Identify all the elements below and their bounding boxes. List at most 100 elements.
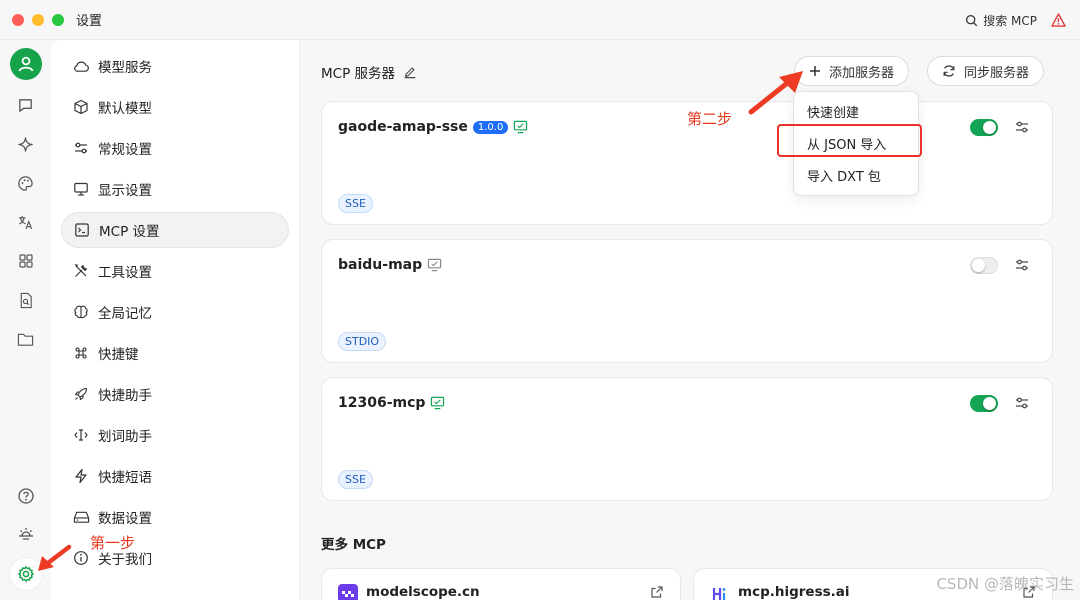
title-bar: 设置 搜索 MCP [0,0,1080,40]
sliders-icon [72,139,90,157]
server-toggle[interactable] [970,119,998,136]
rail-translate-button[interactable] [12,208,40,236]
menu-item-global-memory[interactable]: 全局记忆 [61,294,289,330]
higress-logo-icon [710,584,730,600]
monitor-active-icon [431,396,445,410]
server-toggle[interactable] [970,395,998,412]
cloud-icon [72,57,90,75]
menu-item-label: 全局记忆 [98,306,152,322]
menu-item-quick-assistant[interactable]: 快捷助手 [61,376,289,412]
translate-icon [18,215,33,229]
mcp-servers-header: MCP 服务器 [321,62,417,82]
more-mcp-title: 更多 MCP [321,537,386,553]
menu-item-label: 快捷短语 [98,470,152,486]
search-icon [966,14,978,26]
server-card-baidu-map[interactable]: baidu-map STDIO [321,239,1053,363]
menu-item-label: 数据设置 [98,511,152,527]
settings-sliders-icon[interactable] [1014,257,1030,273]
settings-sliders-icon[interactable] [1014,119,1030,135]
rocket-icon [72,385,90,403]
page-title: MCP 服务器 [321,66,396,82]
monitor-active-icon [514,120,528,134]
external-link-icon[interactable] [650,585,664,599]
folder-icon [17,333,34,346]
tools-icon [72,262,90,280]
menu-item-data-settings[interactable]: 数据设置 [61,499,289,535]
transport-tag: STDIO [338,332,387,351]
warning-icon[interactable] [1051,13,1066,27]
step1-annotation: 第一步 [90,534,136,552]
grid-icon [18,254,33,268]
add-server-label: 添加服务器 [829,65,895,81]
refresh-icon [943,65,955,77]
server-name: gaode-amap-sse [338,119,468,135]
transport-tag: SSE [338,194,373,213]
gear-icon [17,566,34,582]
link-card-modelscope[interactable]: modelscope.cn [321,568,681,600]
search-mcp-label: 搜索 MCP [983,13,1037,28]
link-name: mcp.higress.ai [738,584,850,600]
rail-folder-button[interactable] [12,325,40,353]
dropdown-item-import-dxt[interactable]: 导入 DXT 包 [807,166,881,185]
file-search-icon [20,292,32,308]
menu-item-label: 快捷键 [98,347,139,363]
menu-item-selection-assistant[interactable]: 划词助手 [61,417,289,453]
menu-item-label: 划词助手 [98,429,152,445]
zap-icon [72,467,90,485]
menu-item-label: 快捷助手 [98,388,152,404]
rail-apps-button[interactable] [12,247,40,275]
server-name: baidu-map [338,257,423,273]
transport-tag: SSE [338,470,373,489]
menu-item-label: 工具设置 [98,265,152,281]
menu-item-mcp-settings[interactable]: MCP 设置 [61,212,289,248]
rail-palette-button[interactable] [12,169,40,197]
menu-item-tool-settings[interactable]: 工具设置 [61,253,289,289]
search-mcp-button[interactable]: 搜索 MCP [965,12,1037,29]
cube-icon [72,98,90,116]
hard-drive-icon [72,508,90,526]
palette-icon [18,175,33,191]
menu-item-label: 模型服务 [98,60,152,76]
rail-sparkle-button[interactable] [12,130,40,158]
window-title: 设置 [76,14,103,29]
menu-item-label: 常规设置 [98,142,152,158]
server-toggle[interactable] [970,257,998,274]
zoom-window-button[interactable] [52,13,64,26]
settings-menu: 模型服务 默认模型 常规设置 显示设置 MCP 设置 工具设置 全局记忆 快捷键… [51,40,300,600]
rail-help-button[interactable] [12,482,40,510]
monitor-icon [72,180,90,198]
command-icon [72,344,90,362]
dropdown-item-quick-create[interactable]: 快速创建 [807,102,859,121]
terminal-icon [73,221,91,239]
sync-server-label: 同步服务器 [964,65,1030,81]
menu-item-label: 显示设置 [98,183,152,199]
menu-item-display-settings[interactable]: 显示设置 [61,171,289,207]
avatar[interactable] [9,48,42,80]
version-badge: 1.0.0 [472,120,509,134]
rail-file-search-button[interactable] [12,286,40,314]
step2-arrow-icon [748,71,803,115]
edit-icon[interactable] [403,65,417,79]
info-icon [72,549,90,567]
brain-icon [72,303,90,321]
icon-rail [0,40,51,600]
sync-server-button[interactable]: 同步服务器 [927,56,1045,86]
server-name: 12306-mcp [338,395,426,411]
chat-icon [19,98,32,112]
server-card-12306-mcp[interactable]: 12306-mcp SSE [321,377,1053,501]
menu-item-general-settings[interactable]: 常规设置 [61,130,289,166]
menu-item-default-model[interactable]: 默认模型 [61,89,289,125]
add-server-button[interactable]: 添加服务器 [794,56,910,86]
menu-item-model-service[interactable]: 模型服务 [61,48,289,84]
close-window-button[interactable] [12,13,24,26]
window-controls [12,13,64,26]
monitor-inactive-icon [427,258,442,272]
plus-icon [810,66,820,76]
minimize-window-button[interactable] [32,13,44,26]
user-icon [18,56,33,72]
rail-chat-button[interactable] [12,91,40,119]
menu-item-label: 默认模型 [98,101,152,117]
settings-sliders-icon[interactable] [1014,395,1030,411]
menu-item-shortcuts[interactable]: 快捷键 [61,335,289,371]
menu-item-quick-phrases[interactable]: 快捷短语 [61,458,289,494]
